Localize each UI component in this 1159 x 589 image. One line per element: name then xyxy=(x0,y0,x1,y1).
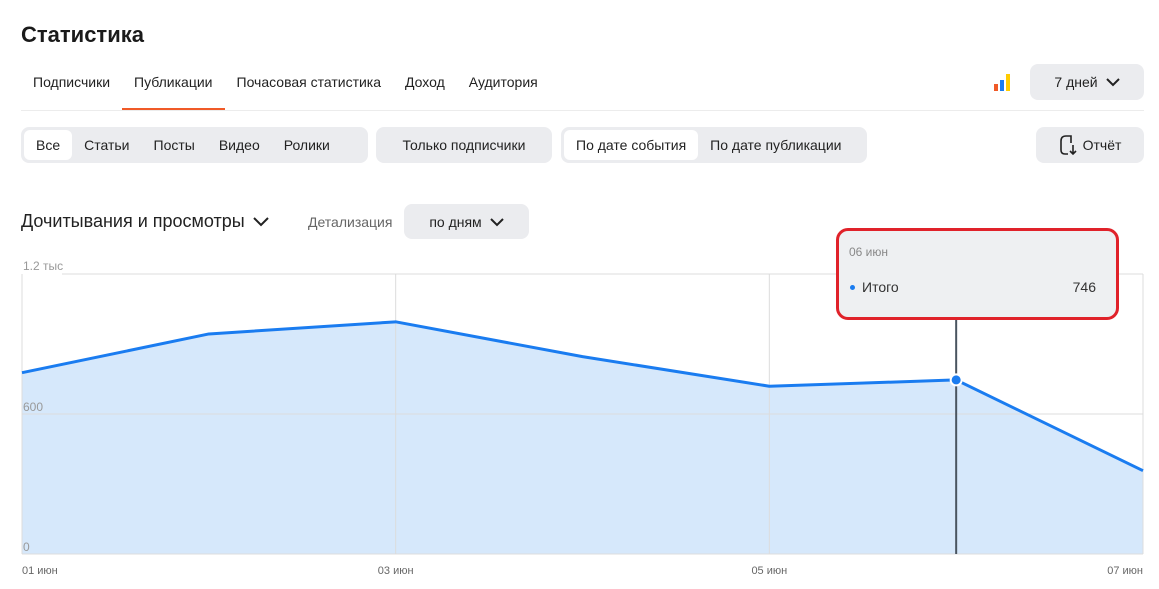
tooltip-date: 06 июн xyxy=(849,245,889,259)
chart-tooltip: 06 июн Итого 746 xyxy=(836,228,1119,320)
y-tick-label: 1.2 тыс xyxy=(23,259,63,273)
tab-subscribers[interactable]: Подписчики xyxy=(21,66,122,110)
highlighted-data-point xyxy=(949,373,963,387)
chevron-down-icon xyxy=(253,216,269,226)
download-report-icon xyxy=(1059,135,1077,156)
filter-articles[interactable]: Статьи xyxy=(72,130,141,160)
filter-posts[interactable]: Посты xyxy=(142,130,207,160)
y-tick-label: 600 xyxy=(23,400,43,414)
report-button-label: Отчёт xyxy=(1082,137,1122,153)
x-tick-label: 05 июн xyxy=(751,565,787,577)
x-tick-label: 03 июн xyxy=(378,565,414,577)
period-select[interactable]: 7 дней xyxy=(1030,64,1144,100)
filter-all[interactable]: Все xyxy=(24,130,73,160)
page-title: Статистика xyxy=(21,22,144,47)
main-tabs: Подписчики Публикации Почасовая статисти… xyxy=(21,66,550,110)
detail-label: Детализация xyxy=(308,214,393,230)
tab-publications[interactable]: Публикации xyxy=(122,66,225,110)
stats-logo-icon xyxy=(994,73,1014,91)
filter-shorts[interactable]: Ролики xyxy=(272,130,342,160)
report-button[interactable]: Отчёт xyxy=(1036,127,1144,163)
detail-select-label: по дням xyxy=(429,213,482,230)
chevron-down-icon xyxy=(489,217,504,226)
tabs-divider xyxy=(21,110,1144,111)
date-mode: По дате события По дате публикации xyxy=(561,127,867,163)
tab-income[interactable]: Доход xyxy=(393,66,457,110)
tooltip-series-marker xyxy=(850,285,855,290)
period-select-label: 7 дней xyxy=(1054,74,1098,90)
filter-video[interactable]: Видео xyxy=(207,130,272,160)
date-mode-event[interactable]: По дате события xyxy=(564,130,699,160)
tooltip-series-label: Итого xyxy=(862,279,899,295)
subscribers-only-button[interactable]: Только подписчики xyxy=(376,127,552,163)
chevron-down-icon xyxy=(1105,78,1120,87)
date-mode-publication[interactable]: По дате публикации xyxy=(698,130,853,160)
metric-select-label: Дочитывания и просмотры xyxy=(21,211,245,231)
tooltip-value: 746 xyxy=(1072,279,1096,295)
detail-select[interactable]: по дням xyxy=(404,204,529,239)
tab-hourly-stats[interactable]: Почасовая статистика xyxy=(225,66,394,110)
x-tick-label: 07 июн xyxy=(1107,565,1143,577)
content-filter: Все Статьи Посты Видео Ролики xyxy=(21,127,368,163)
x-tick-label: 01 июн xyxy=(22,565,58,577)
y-tick-label: 0 xyxy=(23,540,30,554)
metric-select[interactable]: Дочитывания и просмотры xyxy=(21,211,269,232)
tab-audience[interactable]: Аудитория xyxy=(457,66,550,110)
